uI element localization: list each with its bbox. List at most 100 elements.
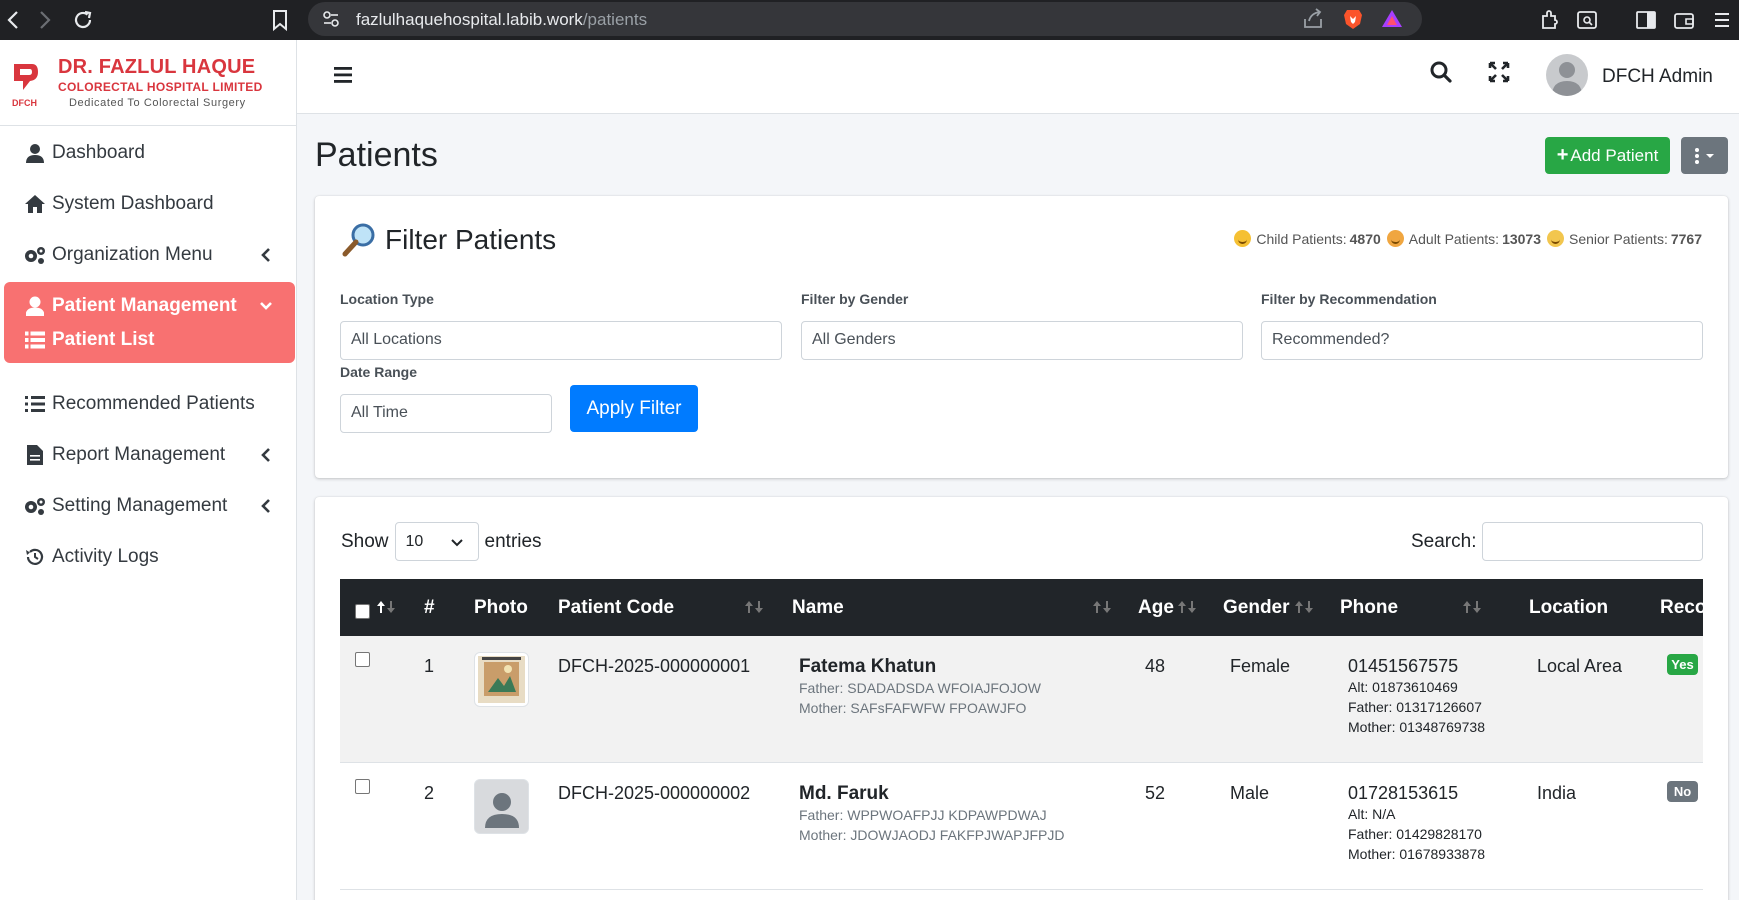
location-type-select[interactable]: All Locations [340,321,782,360]
row-checkbox[interactable] [355,779,370,794]
table-row[interactable]: 2 DFCH-2025-000000002 Md. Faruk Father: … [340,763,1703,890]
patients-table: # Photo Patient Code Name Age Gender Pho… [340,579,1703,900]
column-header-name[interactable]: Name [792,597,844,619]
patients-table-card: Show 10 entries Search: # Photo Patient … [315,497,1728,900]
avatar[interactable] [1546,54,1588,96]
sidebar-toggle-icon[interactable] [1634,8,1658,32]
column-header-photo: Photo [474,597,528,618]
table-search-input[interactable] [1482,522,1703,561]
sort-icon[interactable] [376,599,396,615]
patient-gender: Female [1230,656,1291,676]
chevron-left-icon [259,446,273,464]
hospital-logo-icon [10,60,40,92]
patient-name[interactable]: Fatema Khatun [799,656,1041,678]
father-phone: Father: 01317126607 [1348,699,1482,715]
column-header-patient-code[interactable]: Patient Code [558,597,674,619]
reload-icon[interactable] [70,7,96,33]
column-header-age[interactable]: Age [1138,597,1174,619]
patient-code: DFCH-2025-000000001 [558,656,751,676]
history-icon [22,547,48,567]
patient-age: 48 [1145,656,1166,676]
forward-icon[interactable] [32,7,58,33]
patient-photo[interactable] [474,652,529,707]
site-settings-icon[interactable] [322,10,340,28]
mother-phone: Mother: 01348769738 [1348,719,1485,735]
father-name: Father: SDADADSDA WFOIAJFOJOW [799,680,1041,696]
add-patient-button[interactable]: + Add Patient [1545,137,1670,174]
patient-phone: 01451567575 [1348,656,1459,676]
brave-shield-icon[interactable] [1341,7,1365,31]
sidebar-item-organization-menu[interactable]: Organization Menu [4,231,295,279]
location-type-label: Location Type [340,291,434,307]
address-bar[interactable]: fazlulhaquehospital.labib.work/patients [308,2,1422,36]
magnifier-icon [341,222,377,258]
patient-gender: Male [1230,783,1270,803]
patient-name[interactable]: Md. Faruk [799,783,1065,805]
user-name[interactable]: DFCH Admin [1602,66,1713,88]
sidebar-item-activity-logs[interactable]: Activity Logs [4,533,295,581]
recommendation-filter-select[interactable]: Recommended? [1261,321,1703,360]
table-header: # Photo Patient Code Name Age Gender Pho… [340,579,1703,636]
sidebar-item-report-management[interactable]: Report Management [4,431,295,479]
gender-filter-select[interactable]: All Genders [801,321,1243,360]
chevron-left-icon [259,246,273,264]
hamburger-icon[interactable] [332,64,354,86]
apply-filter-button[interactable]: Apply Filter [570,385,698,432]
patient-phone-cell: 01451567575 Alt: 01873610469 Father: 013… [1348,656,1485,737]
patient-photo[interactable] [474,779,529,834]
patient-name-cell: Fatema Khatun Father: SDADADSDA WFOIAJFO… [799,656,1041,718]
brand-logo[interactable]: DFCH DR. FAZLUL HAQUE COLORECTAL HOSPITA… [0,40,296,126]
sidebar-item-dashboard[interactable]: Dashboard [4,129,295,177]
more-vertical-icon [1694,147,1714,164]
recommendation-filter-label: Filter by Recommendation [1261,291,1437,307]
row-index: 2 [424,783,435,803]
sort-icon[interactable] [1092,599,1112,615]
reader-icon[interactable] [1575,8,1599,32]
entries-select[interactable]: 10 [394,522,479,561]
sort-icon[interactable] [744,599,764,615]
cogs-icon [22,496,48,516]
sidebar-item-patient-list[interactable]: Patient List [4,317,295,363]
more-actions-button[interactable] [1681,137,1728,174]
sort-icon[interactable] [1294,599,1314,615]
table-search-label: Search: [1411,531,1477,552]
wallet-icon[interactable] [1672,8,1696,32]
patient-phone-cell: 01728153615 Alt: N/A Father: 01429828170… [1348,783,1485,864]
user-doctor-icon [22,296,48,316]
column-header-gender[interactable]: Gender [1223,597,1290,619]
patient-location: India [1537,783,1577,803]
father-name: Father: WPPWOAFPJJ KDPAWPDWAJ [799,807,1047,823]
column-header-phone[interactable]: Phone [1340,597,1398,619]
list-icon [22,394,48,414]
fullscreen-icon[interactable] [1488,61,1510,83]
menu-icon[interactable] [1710,8,1734,32]
back-icon[interactable] [0,7,26,33]
brand-abbreviation: DFCH [12,98,37,108]
patient-age: 52 [1145,783,1166,803]
sidebar-item-recommended-patients[interactable]: Recommended Patients [4,380,295,428]
sort-icon[interactable] [1177,599,1197,615]
share-icon[interactable] [1301,7,1325,31]
bookmark-icon[interactable] [268,8,292,32]
file-icon [22,445,48,465]
child-emoji-icon [1234,230,1252,247]
date-range-input[interactable]: All Time [340,394,552,433]
table-row[interactable]: 1 DFCH-2025-000000001 Fatema Khatun Fath… [340,636,1703,763]
sidebar-item-setting-management[interactable]: Setting Management [4,482,295,530]
column-header-index[interactable]: # [424,597,435,619]
adult-emoji-icon [1386,230,1404,247]
extensions-icon[interactable] [1538,8,1562,32]
entries-control: Show 10 entries [341,522,542,561]
chevron-down-icon [259,297,273,315]
column-header-location[interactable]: Location [1529,597,1608,619]
plus-icon: + [1556,144,1569,166]
search-icon[interactable] [1429,60,1453,84]
sidebar-item-system-dashboard[interactable]: System Dashboard [4,180,295,228]
alt-phone: Alt: N/A [1348,806,1396,822]
brand-tagline: Dedicated To Colorectal Surgery [69,97,246,109]
row-checkbox[interactable] [355,652,370,667]
column-header-recommended[interactable]: Reco [1660,597,1703,619]
sort-icon[interactable] [1462,599,1482,615]
brave-rewards-icon[interactable] [1380,7,1404,31]
select-all-checkbox[interactable] [355,604,370,619]
